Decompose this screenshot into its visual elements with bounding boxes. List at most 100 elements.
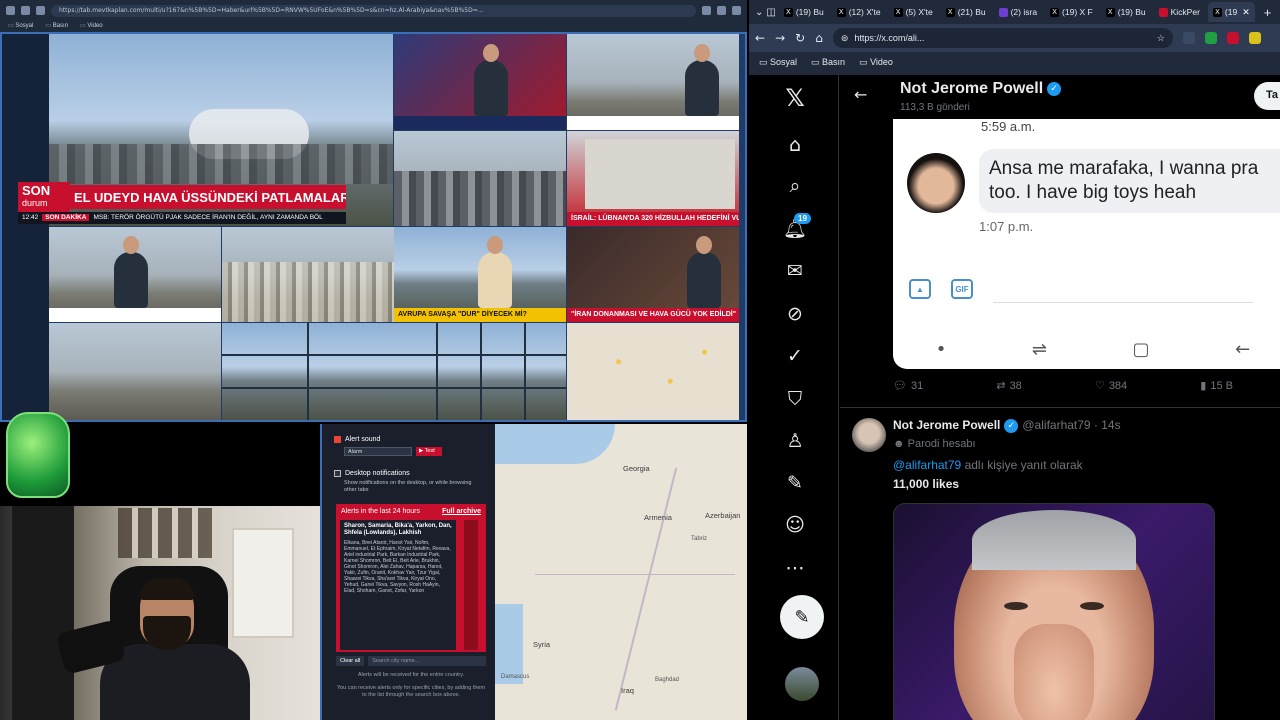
android-nav-bar: • ⇌ ▢ ← [893, 329, 1280, 369]
reload-icon[interactable] [21, 6, 30, 15]
search-icon[interactable]: ⌕ [782, 173, 808, 199]
ticker-iran: "İRAN DONANMASI VE HAVA GÜCÜ YOK EDİLDİ" [567, 308, 739, 322]
right-bookmarks-bar: ▭ Sosyal ▭ Basın ▭ Video [749, 52, 1280, 72]
close-tab-icon[interactable]: ✕ [1242, 7, 1250, 18]
browser-tab[interactable]: X (19) X F [1045, 2, 1098, 22]
extension-icon[interactable] [717, 6, 726, 15]
extension-icon[interactable] [732, 6, 741, 15]
x-logo-icon: X [1050, 7, 1060, 17]
video-tile-skyline[interactable] [394, 131, 566, 226]
left-browser-address-row: https://tab.mevtkaplan.com/multi/u?167&n… [0, 3, 747, 18]
bookmark-video[interactable]: ▭ Video [859, 57, 893, 68]
extension-icon[interactable] [1204, 32, 1217, 44]
video-tile-iran[interactable]: "İRAN DONANMASI VE HAVA GÜCÜ YOK EDİLDİ" [567, 227, 739, 322]
extension-icon[interactable] [1226, 32, 1239, 44]
bookmark-video[interactable]: Video [80, 22, 102, 29]
alert-sound-checkbox[interactable] [334, 436, 341, 443]
city-search-input[interactable]: Search city name... [368, 656, 486, 666]
notification-count-badge: 19 [794, 213, 811, 224]
author-line: Not Jerome Powell ✓ @alifarhat79 · 14s [893, 418, 1121, 433]
reply-mention-link[interactable]: @alifarhat79 [893, 458, 961, 472]
alerts-scrollbar[interactable] [464, 520, 478, 650]
back-arrow-icon[interactable]: ← [854, 85, 867, 104]
video-tile-studio[interactable] [394, 34, 566, 130]
grok-icon[interactable]: ⊘ [782, 301, 808, 327]
tab-list-icon[interactable]: ⌄ [755, 7, 763, 18]
video-tile-port[interactable] [49, 227, 221, 322]
right-address-bar[interactable]: ⊜ https://x.com/ali... ☆ [832, 28, 1173, 48]
test-sound-button[interactable]: ▶ Test [416, 447, 442, 456]
bookmarks-icon[interactable]: ⛉ [782, 386, 808, 412]
region-map[interactable]: Georgia Armenia Azerbaijan Tabriz Syria … [495, 424, 747, 720]
browser-tab[interactable]: X (21) Bu [941, 2, 991, 22]
video-tile-cams-1[interactable] [222, 323, 394, 420]
map-label-armenia: Armenia [644, 513, 672, 522]
profile-name: Not Jerome Powell ✓ [900, 80, 1062, 98]
green-barrel-overlay [6, 412, 70, 498]
browser-tab[interactable]: X (19) Bu [779, 2, 829, 22]
browser-tab[interactable]: X (19) Bu [1101, 2, 1151, 22]
parody-label: ☻ Parodi hesabı [893, 438, 976, 450]
browser-tab[interactable]: KickPer [1154, 2, 1205, 22]
browser-tab[interactable]: X (5) X'te [889, 2, 938, 22]
left-address-bar[interactable]: https://tab.mevtkaplan.com/multi/u?167&n… [51, 4, 696, 17]
extension-icon[interactable] [1248, 32, 1261, 44]
views-button[interactable]: ▮ 15 B [1200, 379, 1233, 392]
post-image[interactable] [893, 503, 1215, 720]
alarm-select[interactable]: Alarm [344, 447, 412, 456]
embedded-phone-screenshot[interactable]: 5:59 a.m. Ansa me marafaka, I wanna pra … [893, 119, 1280, 369]
browser-tab[interactable]: X (12) X'te [832, 2, 886, 22]
video-tile-cams-2[interactable] [394, 323, 566, 420]
home-icon[interactable]: ⌂ [815, 31, 823, 45]
like-button[interactable]: ♡ 384 [1095, 379, 1127, 392]
alerts-footer: Alerts will be received for the entire c… [336, 672, 486, 705]
clear-all-button[interactable]: Clear all [336, 656, 365, 666]
extension-icon[interactable] [1182, 32, 1195, 44]
author-name[interactable]: Not Jerome Powell [893, 418, 1000, 432]
video-tile-reporter[interactable] [567, 34, 739, 130]
bookmark-sosyal[interactable]: ▭ Sosyal [759, 57, 797, 68]
repost-button[interactable]: ⇄ 38 [996, 379, 1021, 392]
desktop-notifications-checkbox[interactable] [334, 470, 341, 477]
compose-post-button[interactable]: ✎ [780, 595, 824, 639]
new-tab-icon[interactable]: + [1264, 5, 1272, 20]
back-icon[interactable]: ← [755, 31, 765, 45]
browser-tab-active[interactable]: X (19 ✕ [1207, 2, 1255, 22]
banner-headline: EL UDEYD HAVA ÜSSÜNDEKİ PATLAMALAR [70, 185, 346, 209]
browser-tab[interactable]: (2) isra [994, 2, 1042, 22]
video-tile-avrupa[interactable]: AVRUPA SAVAŞA "DUR" DİYECEK Mİ? [394, 227, 566, 322]
bookmark-basin[interactable]: ▭ Basın [811, 57, 845, 68]
follow-button[interactable]: Ta [1254, 82, 1280, 110]
reload-icon[interactable]: ↻ [795, 31, 805, 45]
profile-icon[interactable]: ☺ [782, 512, 808, 538]
dot-icon: • [935, 338, 947, 360]
full-archive-link[interactable]: Full archive [442, 508, 481, 515]
alerts-list[interactable]: Sharon, Samaria, Bika'a, Yarkon, Dan, Sh… [340, 520, 456, 650]
composer-tools: ▲ GIF [909, 279, 973, 299]
bookmark-sosyal[interactable]: Sosyal [8, 22, 33, 29]
forward-icon[interactable]: → [775, 31, 785, 45]
site-info-icon[interactable]: ⊜ [841, 33, 849, 44]
extension-icon[interactable] [702, 6, 711, 15]
map-label-damascus: Damascus [501, 674, 530, 680]
verified-orgs-icon[interactable]: ✓ [782, 343, 808, 369]
author-avatar[interactable] [852, 418, 886, 452]
video-tile-map[interactable] [567, 323, 739, 420]
home-icon[interactable] [36, 6, 45, 15]
video-tile-meeting[interactable]: İSRAİL: LÜBNAN'DA 320 HİZBULLAH HEDEFİNİ… [567, 131, 739, 226]
video-tile-jerusalem[interactable] [49, 323, 221, 420]
premium-icon[interactable]: ✎ [782, 470, 808, 496]
back-icon[interactable] [6, 6, 15, 15]
messages-icon[interactable]: ✉ [782, 258, 808, 284]
reply-button[interactable]: 💬︎ 31 [893, 379, 923, 392]
more-icon[interactable]: ⋯ [782, 555, 808, 581]
x-logo-icon: X [945, 7, 955, 17]
workspace-icon[interactable]: ◫ [766, 7, 775, 18]
bookmark-basin[interactable]: Basın [45, 22, 68, 29]
video-tile-cityscape[interactable] [222, 227, 394, 322]
home-icon[interactable]: ⌂ [782, 132, 808, 158]
jobs-icon[interactable]: ♙ [782, 428, 808, 454]
account-avatar[interactable] [785, 667, 819, 701]
x-logo-icon[interactable]: 𝕏 [782, 84, 808, 112]
star-icon[interactable]: ☆ [1157, 33, 1165, 44]
